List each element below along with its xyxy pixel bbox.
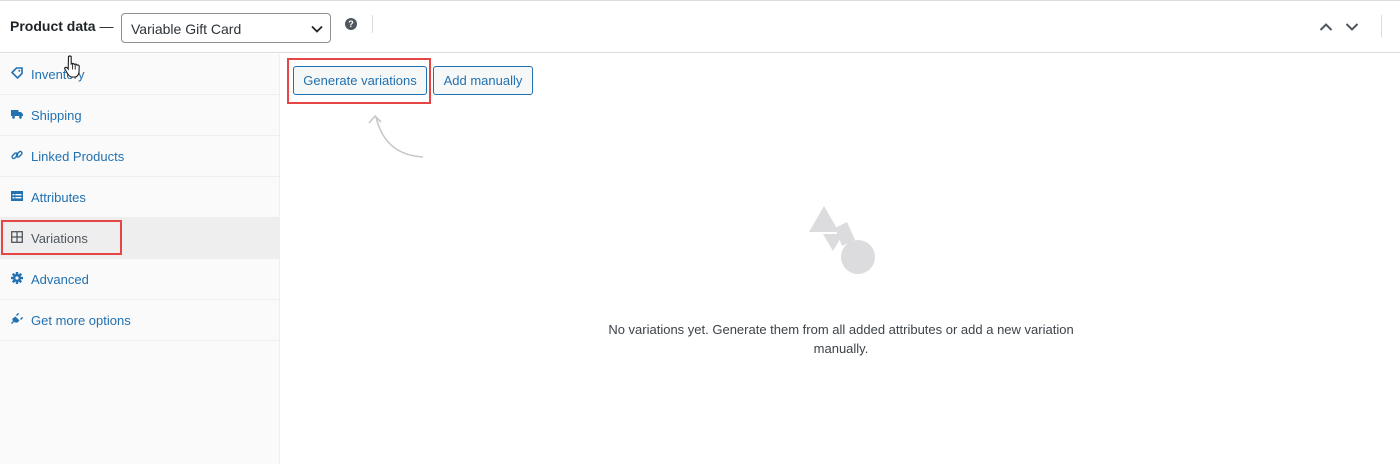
tab-inventory[interactable]: Inventory — [0, 54, 279, 95]
tab-label: Get more options — [31, 313, 131, 328]
panel-title-dash: — — [95, 18, 114, 34]
header-divider — [372, 15, 373, 33]
plug-icon — [11, 313, 23, 324]
empty-state-message: No variations yet. Generate them from al… — [608, 322, 1074, 356]
chevron-down-icon — [311, 25, 323, 33]
generate-button-highlight — [287, 58, 431, 104]
tag-icon — [11, 67, 23, 79]
variations-tab-highlight — [1, 220, 122, 255]
help-icon[interactable]: ? — [345, 18, 357, 30]
move-down-icon[interactable] — [1345, 21, 1359, 33]
panel-header: Product data — Variable Gift Card ? — [0, 1, 1400, 53]
hand-cursor-icon — [64, 55, 80, 78]
header-divider-right — [1381, 15, 1382, 37]
truck-icon — [11, 110, 23, 119]
panel-title: Product data — — [10, 18, 113, 34]
tab-label: Linked Products — [31, 149, 125, 164]
product-data-tabs: Inventory Shipping Linked Products Attri… — [0, 54, 280, 464]
panel-title-text: Product data — [10, 18, 96, 34]
tab-advanced[interactable]: Advanced — [0, 259, 279, 300]
arrow-hint-icon — [368, 114, 424, 158]
add-manually-button[interactable]: Add manually — [433, 66, 533, 95]
tab-attributes[interactable]: Attributes — [0, 177, 279, 218]
gear-icon — [11, 272, 23, 284]
tab-linked-products[interactable]: Linked Products — [0, 136, 279, 177]
product-data-panel: Product data — Variable Gift Card ? Inve… — [0, 0, 1400, 464]
move-up-icon[interactable] — [1319, 21, 1333, 33]
tab-label: Advanced — [31, 272, 89, 287]
tab-get-more-options[interactable]: Get more options — [0, 300, 279, 341]
product-type-select[interactable]: Variable Gift Card — [121, 13, 331, 43]
tab-shipping[interactable]: Shipping — [0, 95, 279, 136]
product-type-value: Variable Gift Card — [131, 21, 242, 37]
list-table-icon — [11, 191, 23, 201]
link-icon — [11, 150, 23, 160]
tab-label: Shipping — [31, 108, 82, 123]
tab-label: Attributes — [31, 190, 86, 205]
shapes-empty-icon — [809, 206, 875, 274]
